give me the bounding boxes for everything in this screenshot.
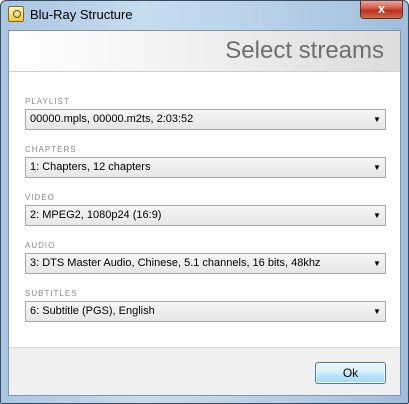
chevron-down-icon: ▼ (373, 259, 381, 268)
video-value: 2: MPEG2, 1080p24 (16:9) (30, 209, 162, 221)
playlist-label: PLAYLIST (25, 97, 70, 106)
video-dropdown[interactable]: 2: MPEG2, 1080p24 (16:9) ▼ (25, 205, 386, 226)
streams-panel: PLAYLIST 00000.mpls, 00000.m2ts, 2:03:52… (9, 72, 400, 348)
chevron-down-icon: ▼ (373, 307, 381, 316)
playlist-dropdown[interactable]: 00000.mpls, 00000.m2ts, 2:03:52 ▼ (25, 109, 386, 130)
chapters-label: CHAPTERS (25, 145, 77, 154)
window-title: Blu-Ray Structure (30, 7, 133, 22)
app-icon (8, 6, 24, 22)
page-title: Select streams (225, 37, 384, 64)
ok-button[interactable]: Ok (315, 362, 386, 384)
playlist-value: 00000.mpls, 00000.m2ts, 2:03:52 (30, 113, 194, 125)
close-icon: x (377, 1, 386, 16)
chevron-down-icon: ▼ (373, 211, 381, 220)
audio-value: 3: DTS Master Audio, Chinese, 5.1 channe… (30, 257, 321, 269)
dialog-window: Blu-Ray Structure x Select streams PLAYL… (0, 0, 409, 404)
chapters-dropdown[interactable]: 1: Chapters, 12 chapters ▼ (25, 157, 386, 178)
subtitles-value: 6: Subtitle (PGS), English (30, 305, 155, 317)
chevron-down-icon: ▼ (373, 115, 381, 124)
audio-label: AUDIO (25, 241, 56, 250)
chevron-down-icon: ▼ (373, 163, 381, 172)
dialog-client-area: Select streams PLAYLIST 00000.mpls, 0000… (8, 30, 401, 396)
header-band: Select streams (9, 31, 400, 72)
close-button[interactable]: x (360, 1, 403, 19)
video-label: VIDEO (25, 193, 55, 202)
chapters-value: 1: Chapters, 12 chapters (30, 161, 151, 173)
title-bar[interactable]: Blu-Ray Structure x (1, 1, 408, 29)
subtitles-label: SUBTITLES (25, 289, 78, 298)
audio-dropdown[interactable]: 3: DTS Master Audio, Chinese, 5.1 channe… (25, 253, 386, 274)
subtitles-dropdown[interactable]: 6: Subtitle (PGS), English ▼ (25, 301, 386, 322)
